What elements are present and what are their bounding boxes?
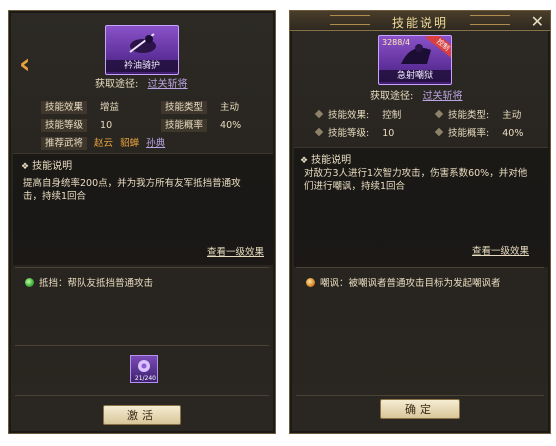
attr-value: 10 <box>100 120 113 131</box>
skill-level: 3288/4 <box>382 38 411 47</box>
view-level1-link[interactable]: 查看一级效果 <box>207 244 264 258</box>
attr-value: 主动 <box>220 102 240 113</box>
attr-rate: 技能概率: 40% <box>434 125 524 139</box>
desc-text: 对敌方3人进行1次智力攻击，伤害系数60%，并对他们进行嘲讽，持续1回合 <box>304 168 528 192</box>
attr-value: 40% <box>220 120 242 131</box>
rec-general-link[interactable]: 赵云 <box>94 138 113 149</box>
attr-recommended: 推荐武将 赵云 貂蝉 孙典 <box>41 135 165 150</box>
attr-label: 技能类型: <box>448 110 490 121</box>
attr-value: 控制 <box>382 110 402 121</box>
effect-row: 嘲讽：被嘲讽者普通攻击目标为发起嘲讽者 <box>306 275 501 289</box>
divider <box>15 345 269 346</box>
effect-row: 抵挡：帮队友抵挡普通攻击 <box>25 275 153 289</box>
attr-value: 增益 <box>100 102 120 113</box>
attr-label: 推荐武将 <box>41 137 88 150</box>
green-gem-icon <box>25 278 34 287</box>
skill-card[interactable]: 衿油骑护 <box>105 25 179 75</box>
skill-name: 急射嘲狱 <box>379 70 451 82</box>
source-row: 获取途径: 过关斩将 <box>370 87 463 102</box>
attr-label: 技能概率: <box>448 128 490 139</box>
skill-card[interactable]: 3288/4 控制 急射嘲狱 <box>378 35 452 85</box>
effect-text: 抵挡：帮队友抵挡普通攻击 <box>39 278 154 289</box>
diamond-icon: ❖ <box>300 156 309 166</box>
skill-detail-panel-left: ‹ 衿油骑护 获取途径: 过关斩将 技能效果 增益 技能类型 主动 技能等级 1… <box>8 10 276 434</box>
title-bar: 技能说明 ✕ <box>290 11 550 31</box>
activate-button[interactable]: 激活 <box>103 405 181 425</box>
diamond-icon <box>314 109 324 119</box>
skill-name: 衿油骑护 <box>106 60 178 72</box>
divider <box>296 267 544 268</box>
desc-header: ❖ 技能说明 <box>21 157 72 172</box>
source-label: 获取途径: <box>370 91 414 102</box>
effect-text: 嘲讽：被嘲讽者普通攻击目标为发起嘲讽者 <box>320 278 501 289</box>
attr-level: 技能等级 10 <box>41 117 113 132</box>
attr-label: 技能类型 <box>161 101 208 114</box>
rec-general-link[interactable]: 孙典 <box>146 138 165 149</box>
rec-general-link[interactable]: 貂蝉 <box>120 138 139 149</box>
view-level1-link[interactable]: 查看一级效果 <box>472 243 529 257</box>
diamond-icon <box>434 109 444 119</box>
source-label: 获取途径: <box>95 79 139 90</box>
attr-rate: 技能概率 40% <box>161 117 242 132</box>
desc-header: ❖ 技能说明 <box>300 151 351 166</box>
diamond-icon <box>434 127 444 137</box>
attr-label: 技能效果 <box>41 101 88 114</box>
source-link[interactable]: 过关斩将 <box>423 91 463 102</box>
attr-type: 技能类型: 主动 <box>434 107 522 121</box>
attr-effect: 技能效果 增益 <box>41 99 120 114</box>
attr-label: 技能等级: <box>328 128 370 139</box>
divider <box>296 395 544 396</box>
source-row: 获取途径: 过关斩将 <box>95 75 188 90</box>
divider <box>15 395 269 396</box>
attr-value: 10 <box>382 128 395 139</box>
attr-type: 技能类型 主动 <box>161 99 240 114</box>
orange-gem-icon <box>306 278 315 287</box>
attr-label: 技能概率 <box>161 119 208 132</box>
item-qty: 21/240 <box>134 375 156 382</box>
confirm-button[interactable]: 确定 <box>380 399 460 419</box>
desc-title: 技能说明 <box>32 161 73 172</box>
attr-value: 40% <box>502 128 524 139</box>
attr-label: 技能等级 <box>41 119 88 132</box>
skill-book-item[interactable]: 21/240 <box>130 355 158 383</box>
skill-art-icon <box>129 33 156 53</box>
flower-icon <box>138 360 150 372</box>
skill-detail-panel-right: 技能说明 ✕ 3288/4 控制 急射嘲狱 获取途径: 过关斩将 技能效果: 控… <box>289 10 551 434</box>
attr-label: 技能效果: <box>328 110 370 121</box>
attr-effect: 技能效果: 控制 <box>314 107 402 121</box>
back-arrow-icon[interactable]: ‹ <box>19 49 41 81</box>
diamond-icon <box>314 127 324 137</box>
attr-value: 主动 <box>502 110 522 121</box>
panel-title: 技能说明 <box>391 16 448 30</box>
source-link[interactable]: 过关斩将 <box>148 79 188 90</box>
diamond-icon: ❖ <box>21 162 30 172</box>
desc-text: 提高自身统率200点，并为我方所有友军抵挡普通攻击，持续1回合 <box>23 178 241 202</box>
divider <box>15 267 269 268</box>
desc-title: 技能说明 <box>311 155 352 166</box>
close-icon[interactable]: ✕ <box>531 12 544 31</box>
attr-level: 技能等级: 10 <box>314 125 395 139</box>
